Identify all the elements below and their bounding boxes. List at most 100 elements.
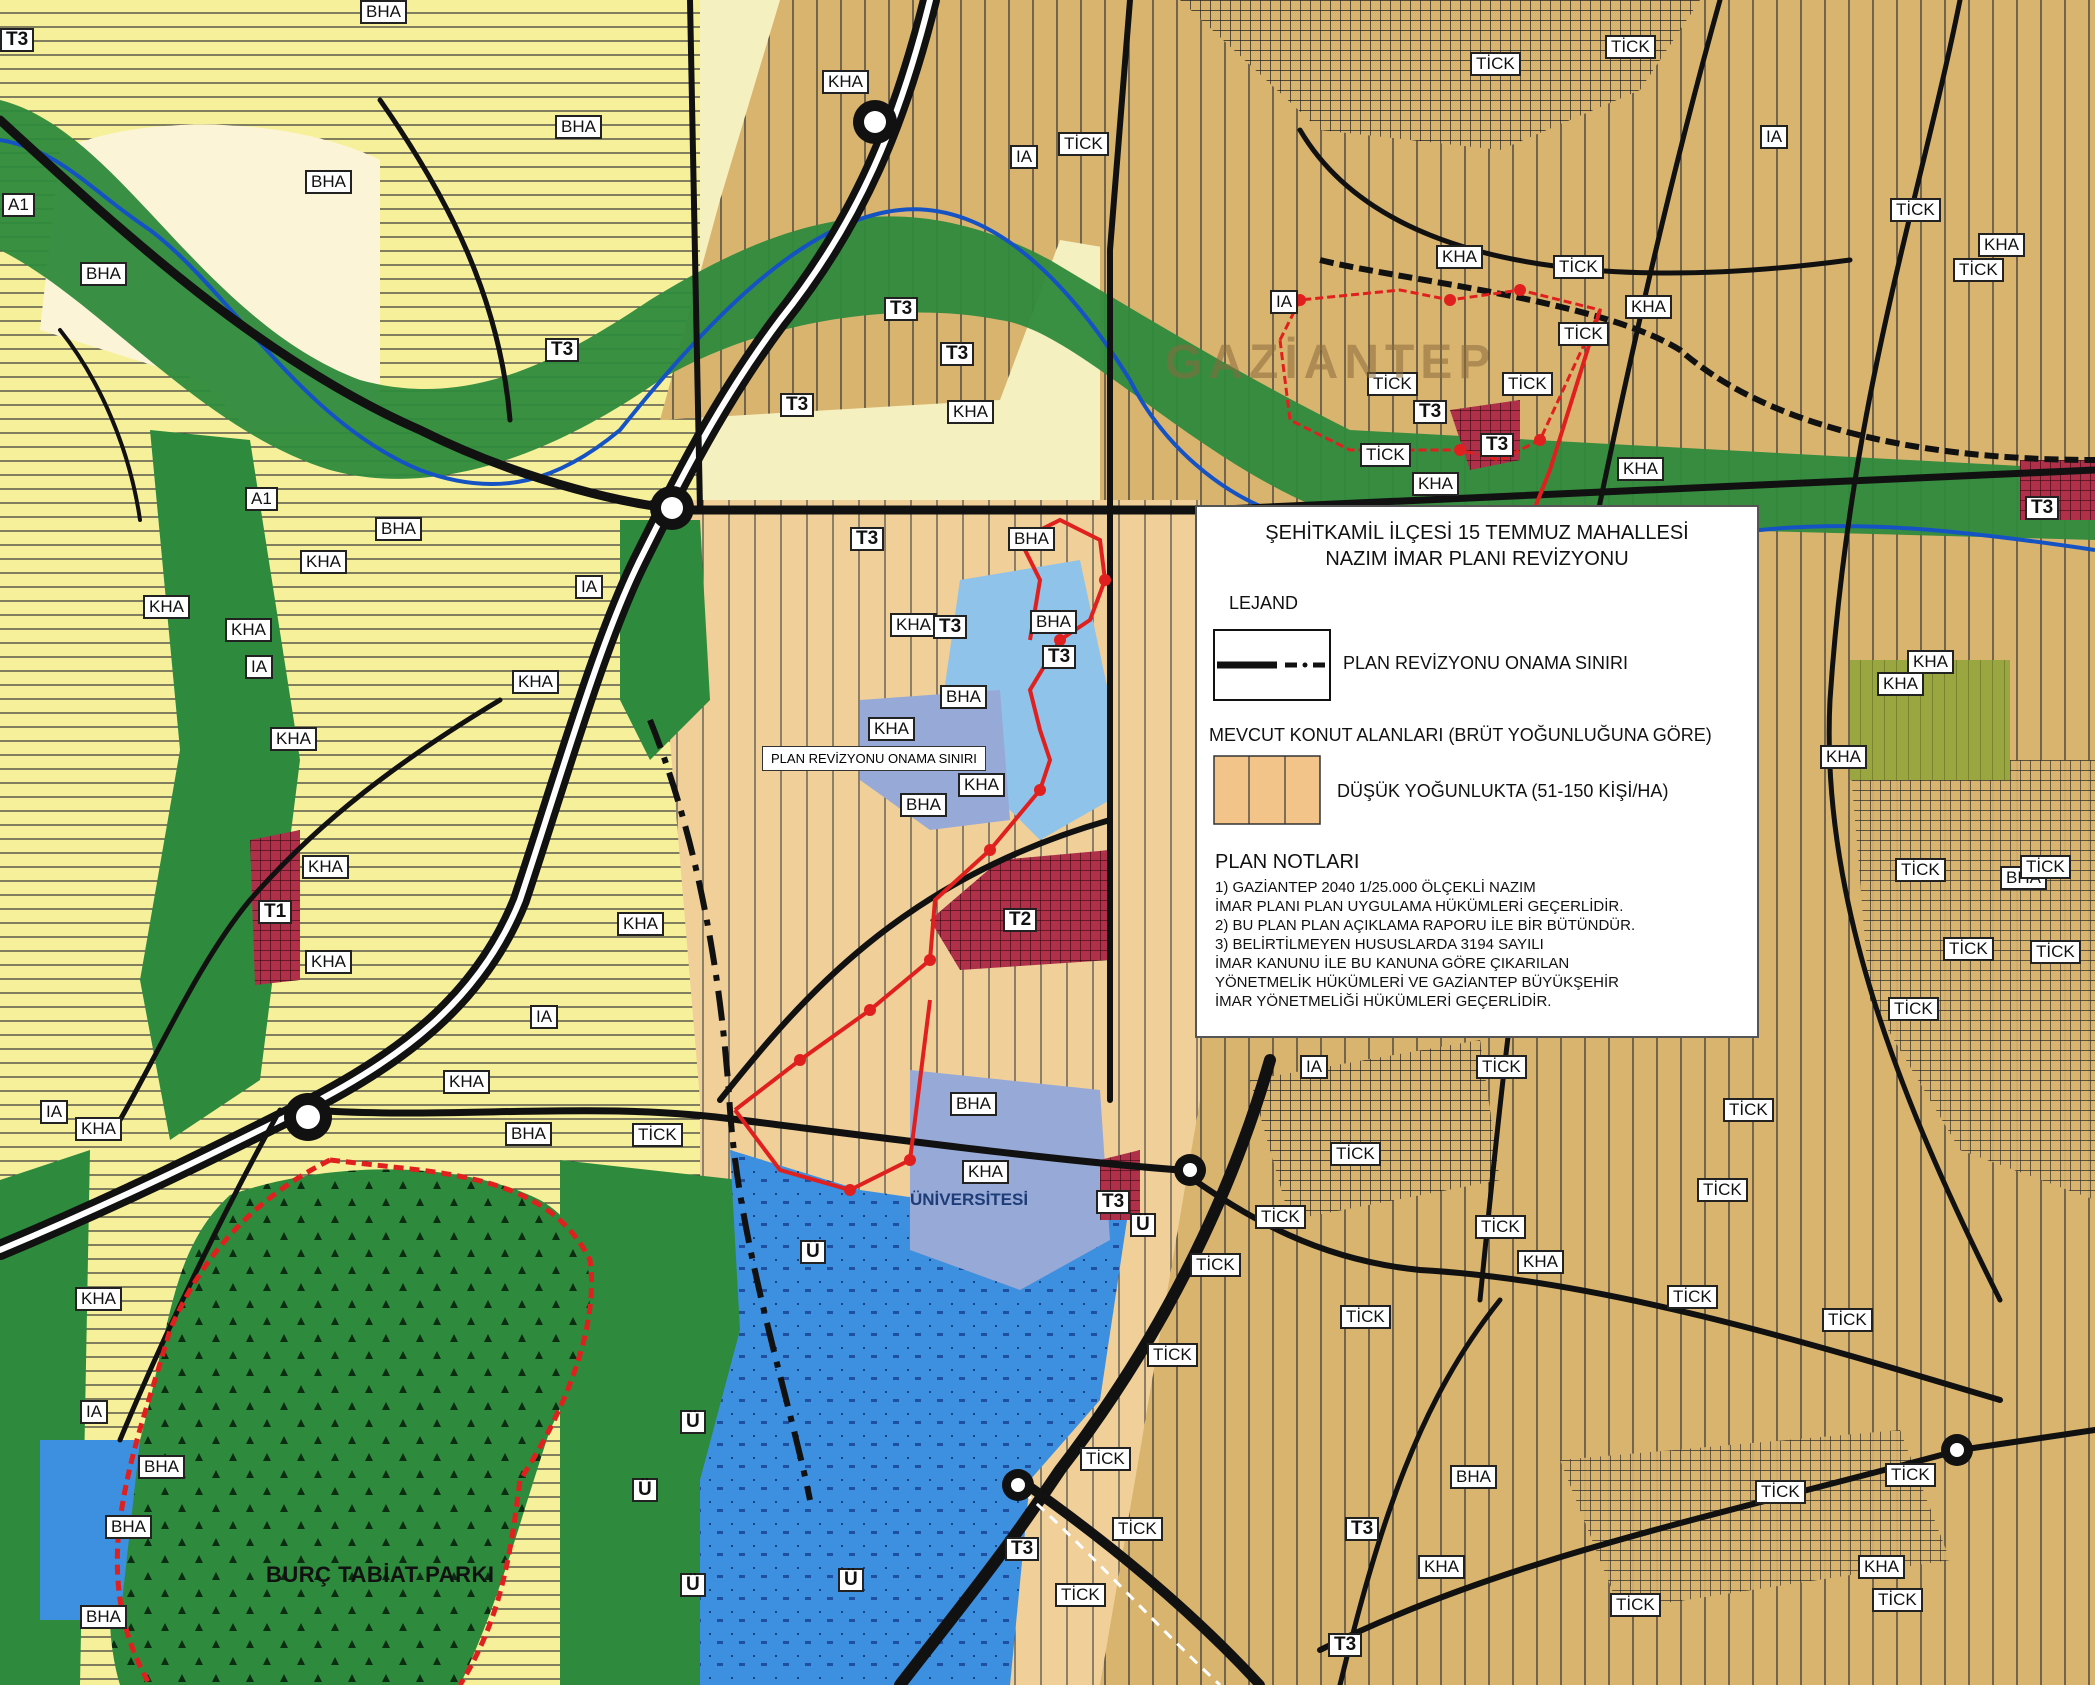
legend-title-line1: ŞEHİTKAMİL İLÇESİ 15 TEMMUZ MAHALLESİ (1265, 522, 1689, 544)
legend-note-line: 1) GAZİANTEP 2040 1/25.000 ÖLÇEKLİ NAZIM (1215, 879, 1536, 896)
zone-label-bha: BHA (105, 1515, 152, 1539)
legend-note-line: İMAR YÖNETMELİĞİ HÜKÜMLERİ GEÇERLİDİR. (1215, 993, 1552, 1010)
zone-label-t3: T3 (1345, 1517, 1380, 1541)
zone-label-kha: KHA (143, 595, 190, 619)
district-name-label: GAZİANTEP (1165, 336, 1497, 389)
zone-label-bha: BHA (1450, 1465, 1497, 1489)
zone-label-tick: TİCK (1340, 1305, 1391, 1329)
zone-label-t2: T2 (1003, 908, 1038, 932)
zone-label-t3: T3 (0, 28, 35, 52)
zone-label-tick: TİCK (2020, 855, 2071, 879)
zone-label-u: Ü (1130, 1213, 1156, 1237)
zone-label-tick: TİCK (632, 1123, 683, 1147)
zone-label-tick: TİCK (1470, 52, 1521, 76)
zone-label-tick: TİCK (1553, 255, 1604, 279)
zone-label-kha: KHA (868, 717, 915, 741)
zone-label-tick: TİCK (1605, 35, 1656, 59)
zone-label-bha: BHA (900, 793, 947, 817)
zone-label-tick: TİCK (1147, 1343, 1198, 1367)
zone-label-a1: A1 (2, 193, 35, 217)
zone-label-bha: BHA (80, 1605, 127, 1629)
zone-label-kha: KHA (1858, 1555, 1905, 1579)
park-name-label: BURÇ TABİAT PARKI (266, 1562, 495, 1587)
zone-label-kha: KHA (443, 1070, 490, 1094)
olive-sports-area (1850, 660, 2010, 780)
zone-label-kha: KHA (947, 400, 994, 424)
zone-label-bha: BHA (375, 517, 422, 541)
zone-label-ia: IA (1010, 145, 1039, 169)
zone-label-ia: IA (575, 575, 604, 599)
zone-label-tick: TİCK (1953, 258, 2004, 282)
zone-label-ia: IA (245, 655, 274, 679)
zone-label-kha: KHA (962, 1160, 1009, 1184)
housing-symbol (1213, 755, 1321, 825)
zone-label-t3: T3 (1042, 645, 1077, 669)
zone-label-ia: IA (1300, 1055, 1329, 1079)
zone-label-t1: T1 (258, 900, 293, 924)
zone-label-u: Ü (800, 1240, 826, 1264)
legend-notes-header: PLAN NOTLARI (1215, 851, 1360, 873)
zone-label-bha: BHA (555, 115, 602, 139)
zone-label-kha: KHA (1517, 1250, 1564, 1274)
zone-label-u: Ü (838, 1568, 864, 1592)
zone-label-u: Ü (680, 1410, 706, 1434)
zone-label-kha: KHA (302, 855, 349, 879)
zone-label-tick: TİCK (1885, 1463, 1936, 1487)
legend-housing-header: MEVCUT KONUT ALANLARI (BRÜT YOĞUNLUĞUNA … (1209, 725, 1712, 745)
zone-label-kha: KHA (890, 613, 937, 637)
zone-label-u: Ü (680, 1573, 706, 1597)
zone-label-tick: TİCK (1872, 1588, 1923, 1612)
zone-label-bha: BHA (138, 1455, 185, 1479)
zone-label-t3: T3 (933, 615, 968, 639)
legend-boundary-label: PLAN REVİZYONU ONAMA SINIRI (1343, 653, 1629, 673)
zone-label-t3: T3 (1328, 1633, 1363, 1657)
zone-label-u: Ü (632, 1478, 658, 1502)
zone-label-tick: TİCK (1112, 1517, 1163, 1541)
zone-label-bha: BHA (940, 685, 987, 709)
zone-label-tick: TİCK (1190, 1253, 1241, 1277)
zone-label-kha: KHA (1820, 745, 1867, 769)
zone-label-tick: TİCK (1080, 1447, 1131, 1471)
university-name-label: ÜNİVERSİTESİ (910, 1190, 1029, 1209)
legend-note-line: 3) BELİRTİLMEYEN HUSUSLARDA 3194 SAYILI (1215, 936, 1544, 953)
zone-label-tick: TİCK (1255, 1205, 1306, 1229)
boundary-callout: PLAN REVİZYONU ONAMA SINIRI (762, 746, 986, 771)
zoning-map (0, 0, 2095, 1685)
zone-label-tick: TİCK (1943, 937, 1994, 961)
zone-label-tick: TİCK (1697, 1178, 1748, 1202)
zone-label-t3: T3 (2025, 496, 2060, 520)
legend-note-line: 2) BU PLAN PLAN AÇIKLAMA RAPORU İLE BİR … (1215, 917, 1636, 934)
zone-label-t3: T3 (940, 342, 975, 366)
zone-label-kha: KHA (822, 70, 869, 94)
zone-label-tick: TİCK (1058, 132, 1109, 156)
zone-label-tick: TİCK (1755, 1480, 1806, 1504)
zone-label-ia: IA (80, 1400, 109, 1424)
zone-label-tick: TİCK (1610, 1593, 1661, 1617)
zone-label-kha: KHA (1978, 233, 2025, 257)
zone-label-kha: KHA (75, 1117, 122, 1141)
zone-label-tick: TİCK (1723, 1098, 1774, 1122)
boundary-symbol (1213, 629, 1331, 701)
zone-label-kha: KHA (1412, 472, 1459, 496)
zone-label-tick: TİCK (1888, 997, 1939, 1021)
zone-label-kha: KHA (1436, 245, 1483, 269)
zone-label-tick: TİCK (1330, 1142, 1381, 1166)
zone-label-ia: IA (530, 1005, 559, 1029)
zone-label-kha: KHA (305, 950, 352, 974)
zone-label-t3: T3 (545, 338, 580, 362)
zone-label-tick: TİCK (1502, 372, 1553, 396)
legend-note-line: İMAR KANUNU İLE BU KANUNA GÖRE ÇIKARILAN (1215, 955, 1570, 972)
zone-label-bha: BHA (305, 170, 352, 194)
zone-label-t3: T3 (850, 527, 885, 551)
zone-label-t3: T3 (1096, 1190, 1131, 1214)
zone-label-t3: T3 (780, 393, 815, 417)
legend-section-label: LEJAND (1229, 593, 1299, 613)
zone-label-bha: BHA (360, 0, 407, 24)
zone-label-kha: KHA (512, 670, 559, 694)
zone-label-tick: TİCK (1055, 1583, 1106, 1607)
zone-label-bha: BHA (1008, 527, 1055, 551)
zone-label-kha: KHA (270, 727, 317, 751)
zone-label-a1: A1 (245, 487, 278, 511)
zone-label-tick: TİCK (1558, 322, 1609, 346)
zone-label-bha: BHA (80, 262, 127, 286)
